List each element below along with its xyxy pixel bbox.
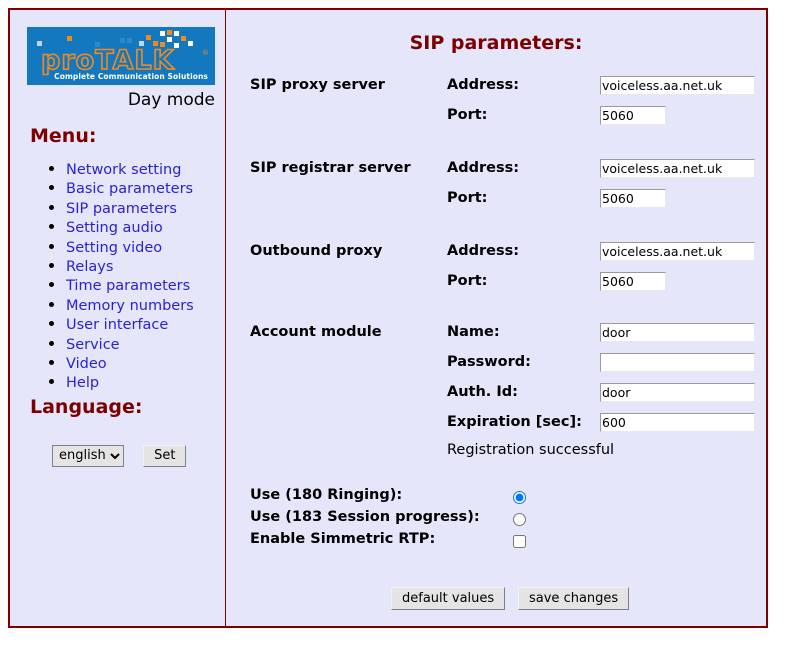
list-item: Relays	[66, 257, 194, 276]
sidebar: proTalk ® Complete Communication Solutio…	[10, 10, 225, 626]
list-item: Service	[66, 335, 194, 354]
sidebar-item-service[interactable]: Service	[66, 337, 120, 353]
sip-parameters-form: SIP proxy server Address: Port: SIP regi…	[226, 10, 766, 626]
input-registrar-port[interactable]	[600, 189, 666, 208]
radio-use-180-ringing[interactable]	[513, 491, 526, 504]
sidebar-item-setting-video[interactable]: Setting video	[66, 240, 162, 256]
list-item: Video	[66, 354, 194, 373]
language-select[interactable]: english	[52, 444, 124, 467]
input-account-expiration[interactable]	[600, 413, 755, 432]
label-registrar-address: Address:	[447, 160, 520, 176]
language-heading: Language:	[30, 396, 143, 418]
list-item: User interface	[66, 315, 194, 334]
input-registrar-address[interactable]	[600, 159, 755, 178]
label-outbound-address: Address:	[447, 243, 520, 259]
sidebar-item-memory-numbers[interactable]: Memory numbers	[66, 298, 194, 314]
list-item: Time parameters	[66, 276, 194, 295]
label-proxy-address: Address:	[447, 77, 520, 93]
sidebar-item-video[interactable]: Video	[66, 356, 107, 372]
logo-wordmark: proTalk	[40, 46, 175, 75]
day-mode-label: Day mode	[127, 90, 215, 110]
sidebar-item-user-interface[interactable]: User interface	[66, 317, 168, 333]
sidebar-menu: Network setting Basic parameters SIP par…	[44, 160, 194, 393]
sidebar-item-time-parameters[interactable]: Time parameters	[66, 278, 190, 294]
list-item: Setting video	[66, 238, 194, 257]
list-item: Basic parameters	[66, 179, 194, 198]
set-language-button[interactable]: Set	[143, 444, 187, 467]
list-item: SIP parameters	[66, 199, 194, 218]
input-proxy-port[interactable]	[600, 106, 666, 125]
group-label-sip-proxy-server: SIP proxy server	[250, 77, 385, 93]
checkbox-enable-simmetric-rtp[interactable]	[513, 535, 526, 548]
input-account-auth-id[interactable]	[600, 383, 755, 402]
group-label-outbound-proxy: Outbound proxy	[250, 243, 383, 259]
page-frame: proTalk ® Complete Communication Solutio…	[8, 8, 768, 628]
label-outbound-port: Port:	[447, 273, 488, 289]
protalk-logo: proTalk ® Complete Communication Solutio…	[27, 27, 215, 85]
input-account-password[interactable]	[600, 353, 755, 372]
label-account-password: Password:	[447, 354, 531, 370]
input-outbound-port[interactable]	[600, 272, 666, 291]
logo-tagline: Complete Communication Solutions	[54, 72, 208, 81]
list-item: Network setting	[66, 160, 194, 179]
save-changes-button[interactable]: save changes	[518, 587, 630, 610]
label-use-180-ringing: Use (180 Ringing):	[250, 487, 403, 503]
list-item: Help	[66, 373, 194, 392]
sidebar-item-sip-parameters[interactable]: SIP parameters	[66, 201, 177, 217]
label-registrar-port: Port:	[447, 190, 488, 206]
list-item: Setting audio	[66, 218, 194, 237]
label-proxy-port: Port:	[447, 107, 488, 123]
sidebar-item-basic-parameters[interactable]: Basic parameters	[66, 181, 193, 197]
label-account-expiration: Expiration [sec]:	[447, 414, 582, 430]
radio-use-183-session-progress[interactable]	[513, 513, 526, 526]
group-label-sip-registrar-server: SIP registrar server	[250, 160, 411, 176]
input-proxy-address[interactable]	[600, 76, 755, 95]
label-account-name: Name:	[447, 324, 500, 340]
trademark-icon: ®	[202, 49, 209, 57]
menu-heading: Menu:	[30, 125, 97, 147]
label-account-auth-id: Auth. Id:	[447, 384, 518, 400]
input-account-name[interactable]	[600, 323, 755, 342]
sidebar-item-setting-audio[interactable]: Setting audio	[66, 220, 163, 236]
label-enable-simmetric-rtp: Enable Simmetric RTP:	[250, 531, 436, 547]
sidebar-item-relays[interactable]: Relays	[66, 259, 113, 275]
sidebar-item-help[interactable]: Help	[66, 375, 99, 391]
language-row: english Set	[52, 444, 187, 467]
main-content: SIP parameters: SIP proxy server Address…	[226, 10, 766, 626]
input-outbound-address[interactable]	[600, 242, 755, 261]
list-item: Memory numbers	[66, 296, 194, 315]
sidebar-item-network-setting[interactable]: Network setting	[66, 162, 181, 178]
default-values-button[interactable]: default values	[391, 587, 506, 610]
label-use-183-session-progress: Use (183 Session progress):	[250, 509, 480, 525]
group-label-account-module: Account module	[250, 324, 382, 340]
registration-status: Registration successful	[447, 442, 615, 458]
